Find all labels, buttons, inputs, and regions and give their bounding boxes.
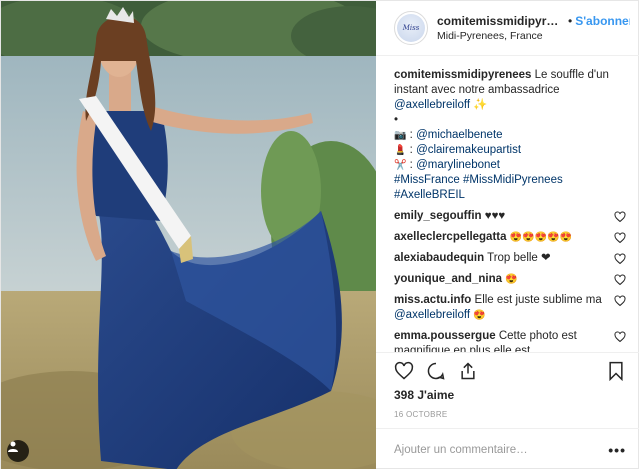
post-header: Miss comitemissmidipyrenees • S'abonner … <box>376 1 639 56</box>
comment-username[interactable]: axelleclercpellegatta <box>394 231 507 243</box>
more-options-icon[interactable]: ••• <box>608 442 626 458</box>
follow-button[interactable]: S'abonner <box>575 14 630 28</box>
credit-separator: : <box>409 144 413 156</box>
sparkle-emoji: ✨ <box>473 99 488 111</box>
likes-count[interactable]: 398 J'aime <box>376 388 639 406</box>
comment-username[interactable]: emma.poussergue <box>394 330 496 342</box>
bookmark-icon[interactable] <box>606 361 626 381</box>
comment-like-icon[interactable] <box>614 232 626 244</box>
header-text: comitemissmidipyrenees • S'abonner Midi-… <box>437 14 630 42</box>
comment-like-icon[interactable] <box>614 295 626 307</box>
comment-text: Elle est juste sublime ma <box>474 294 602 306</box>
post-side-panel: Miss comitemissmidipyrenees • S'abonner … <box>376 1 639 469</box>
comment-username[interactable]: alexiabaudequin <box>394 252 484 264</box>
comment-like-icon[interactable] <box>614 331 626 343</box>
avatar[interactable]: Miss <box>394 11 428 45</box>
post-photo[interactable] <box>1 1 376 469</box>
action-bar <box>376 352 639 388</box>
comment-text: 😍😍😍😍😍 <box>509 232 572 243</box>
camera-icon: 📷 <box>394 130 407 141</box>
avatar-logo: Miss <box>397 14 425 42</box>
header-username[interactable]: comitemissmidipyrenees <box>437 14 565 28</box>
comment-item: axelleclercpellegatta 😍😍😍😍😍 <box>394 230 626 245</box>
comment-text: 😍 <box>505 274 518 285</box>
comments-section: comitemissmidipyrenees Le souffle d'un i… <box>376 56 639 352</box>
comment-item: alexiabaudequin Trop belle ❤ <box>394 251 626 266</box>
comment-emoji: 😍 <box>473 310 486 321</box>
credit-makeup[interactable]: @clairemakeupartist <box>416 144 521 156</box>
credit-separator: : <box>409 159 413 171</box>
instagram-post: Miss comitemissmidipyrenees • S'abonner … <box>0 0 639 469</box>
comment-item: miss.actu.info Elle est juste sublime ma… <box>394 293 626 323</box>
caption-hashtags[interactable]: #MissFrance #MissMidiPyrenees <box>394 173 626 188</box>
user-tag-icon[interactable] <box>7 440 29 462</box>
location-link[interactable]: Midi-Pyrenees, France <box>437 30 630 42</box>
comment-username[interactable]: miss.actu.info <box>394 294 471 306</box>
caption-mention[interactable]: @axellebreiloff <box>394 99 470 111</box>
add-comment-bar: ••• <box>376 428 639 469</box>
caption-bullet: • <box>394 114 399 126</box>
comment-like-icon[interactable] <box>614 274 626 286</box>
caption: comitemissmidipyrenees Le souffle d'un i… <box>394 68 626 203</box>
comment-input[interactable] <box>394 443 609 456</box>
credit-hair[interactable]: @marylinebonet <box>416 159 500 171</box>
header-separator: • <box>568 14 573 28</box>
credit-photographer[interactable]: @michaelbenete <box>416 129 502 141</box>
comment-bubble-icon[interactable] <box>426 361 446 381</box>
comment-item: younique_and_nina 😍 <box>394 272 626 287</box>
photo-illustration <box>1 1 376 469</box>
comment-like-icon[interactable] <box>614 211 626 223</box>
comment-text: Trop belle ❤ <box>487 252 551 264</box>
caption-username[interactable]: comitemissmidipyrenees <box>394 69 531 81</box>
share-icon[interactable] <box>458 361 478 381</box>
comment-item: emma.poussergue Cette photo est magnifiq… <box>394 329 626 352</box>
comment-mention[interactable]: @axellebreiloff <box>394 309 470 321</box>
comment-like-icon[interactable] <box>614 253 626 265</box>
comment-item: emily_segouffin ♥♥♥ <box>394 209 626 224</box>
lipstick-icon: 💄 <box>394 145 407 156</box>
post-date: 16 octobre <box>394 410 448 419</box>
like-heart-icon[interactable] <box>394 361 414 381</box>
comment-username[interactable]: younique_and_nina <box>394 273 502 285</box>
comment-text: ♥♥♥ <box>484 210 506 222</box>
scissors-icon: ✂️ <box>394 160 407 171</box>
comment-username[interactable]: emily_segouffin <box>394 210 482 222</box>
header-line: comitemissmidipyrenees • S'abonner <box>437 14 630 28</box>
caption-hashtags[interactable]: #AxelleBREIL <box>394 188 626 203</box>
credit-separator: : <box>409 129 413 141</box>
